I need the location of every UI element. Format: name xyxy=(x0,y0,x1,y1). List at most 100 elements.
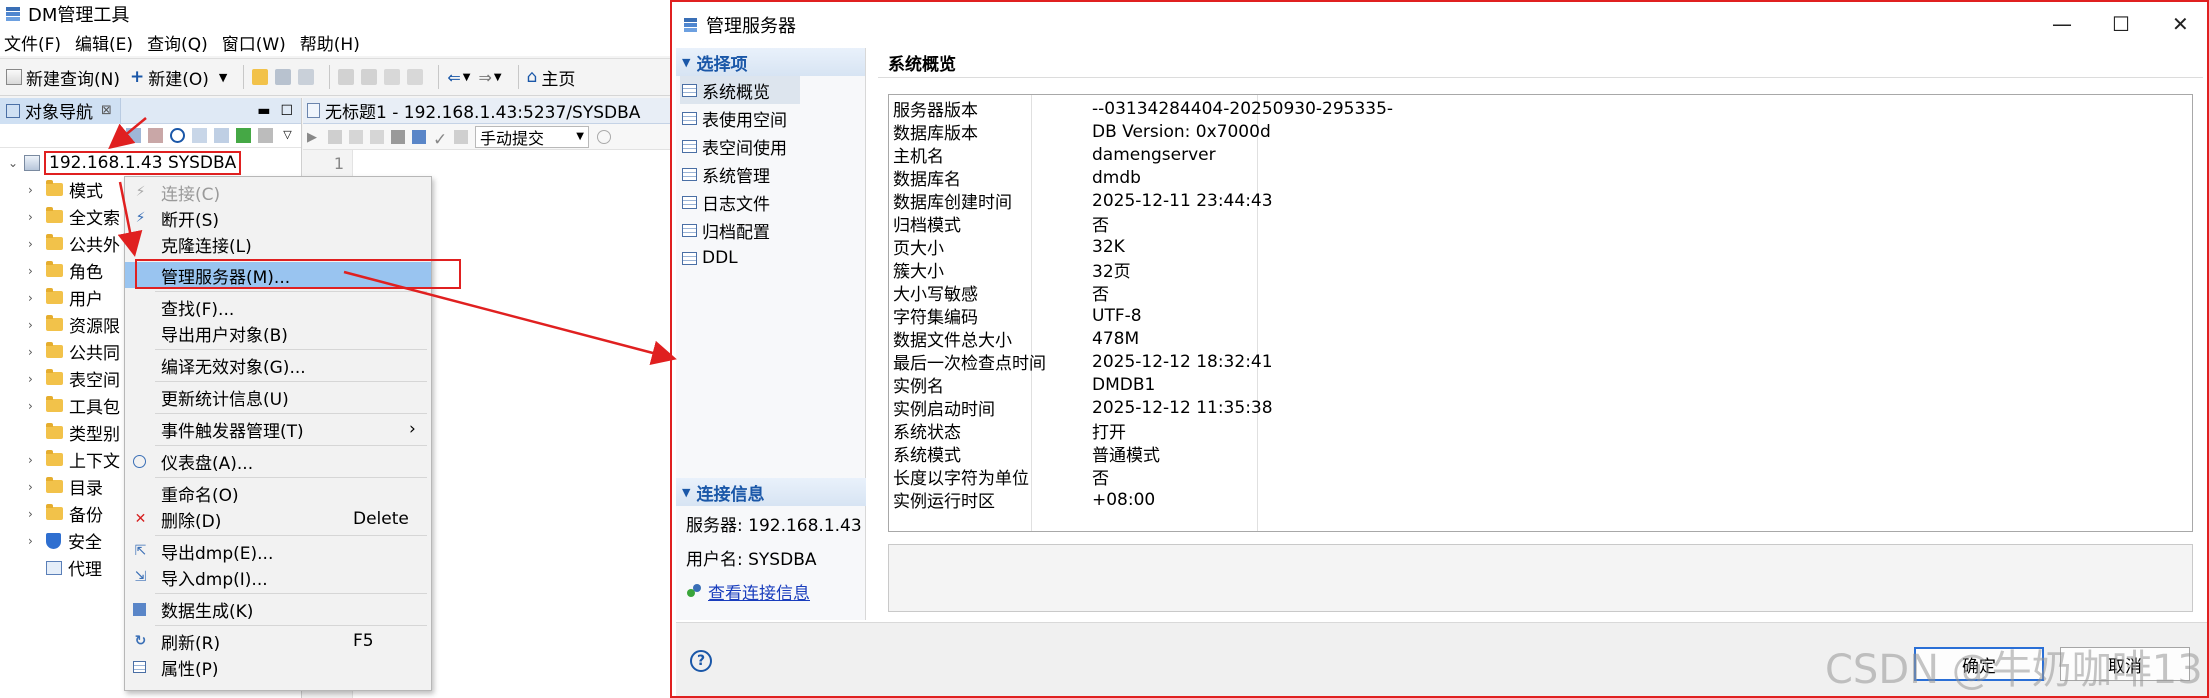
menu-item-compile-invalid[interactable]: 编译无效对象(G)... xyxy=(125,352,431,378)
maximize-panel-icon[interactable]: ☐ xyxy=(280,103,293,119)
editor-settings-icon[interactable] xyxy=(597,129,611,144)
maximize-button[interactable]: ☐ xyxy=(2112,12,2130,36)
run-script-icon[interactable] xyxy=(328,129,342,144)
tree-item[interactable]: › 公共外 xyxy=(28,230,120,257)
redo-icon[interactable] xyxy=(361,69,378,85)
collapse-icon[interactable] xyxy=(192,128,207,143)
chevron-right-icon[interactable]: › xyxy=(28,318,40,332)
tree-item[interactable]: › 模式 xyxy=(28,176,103,203)
menu-item-rename[interactable]: 重命名(O) xyxy=(125,480,431,506)
tree-item[interactable]: 类型别 xyxy=(28,419,120,446)
chevron-right-icon[interactable]: › xyxy=(28,210,40,224)
run-icon[interactable]: ▶ xyxy=(307,130,321,145)
view-connection-link[interactable]: 查看连接信息 xyxy=(676,574,866,608)
view-menu-icon[interactable]: ▽ xyxy=(280,128,295,143)
commit-mode-select[interactable]: 手动提交 ▼ xyxy=(475,125,589,148)
stop-icon[interactable] xyxy=(391,129,405,144)
tree-item[interactable]: › 上下文 xyxy=(28,446,120,473)
menu-query[interactable]: 查询(Q) xyxy=(147,30,208,55)
tree-item[interactable]: › 资源限 xyxy=(28,311,120,338)
chevron-right-icon[interactable]: › xyxy=(28,345,40,359)
home-button[interactable]: ⌂ 主页 xyxy=(527,65,576,90)
close-tab-icon[interactable]: ⊠ xyxy=(101,103,112,118)
option-tablespace-usage[interactable]: 表空间使用 xyxy=(676,132,865,160)
explain-icon[interactable] xyxy=(370,129,384,144)
tree-item[interactable]: › 备份 xyxy=(28,500,103,527)
forward-arrow-icon[interactable]: ⇒ xyxy=(478,68,491,87)
menu-item-connect[interactable]: ⚡ 连接(C) xyxy=(125,179,431,205)
option-log-files[interactable]: 日志文件 xyxy=(676,188,865,216)
menu-edit[interactable]: 编辑(E) xyxy=(75,30,133,55)
chevron-right-icon[interactable]: › xyxy=(28,372,40,386)
tree-item[interactable]: › 安全 xyxy=(28,527,102,554)
chevron-right-icon[interactable]: › xyxy=(28,399,40,413)
menu-item-clone-connection[interactable]: 克隆连接(L) xyxy=(125,231,431,257)
editor-tab-label[interactable]: 无标题1 - 192.168.1.43:5237/SYSDBA xyxy=(325,98,640,123)
option-table-space-usage[interactable]: 表使用空间 xyxy=(676,104,865,132)
back-dropdown-icon[interactable]: ▼ xyxy=(463,72,471,83)
connect-icon[interactable] xyxy=(126,128,141,143)
expand-icon[interactable] xyxy=(236,128,251,143)
chevron-right-icon[interactable]: › xyxy=(28,507,40,521)
disconnect-icon[interactable] xyxy=(148,128,163,143)
menu-help[interactable]: 帮助(H) xyxy=(300,30,360,55)
menu-item-refresh[interactable]: ↻ 刷新(R) F5 xyxy=(125,628,431,654)
chevron-right-icon[interactable]: › xyxy=(28,534,40,548)
menu-item-delete[interactable]: ✕ 删除(D) Delete xyxy=(125,506,431,532)
new-query-button[interactable]: 新建查询(N) xyxy=(6,65,120,90)
tab-object-navigator[interactable]: 对象导航 ⊠ xyxy=(0,97,121,124)
tree-item[interactable]: › 目录 xyxy=(28,473,103,500)
help-icon[interactable]: ? xyxy=(690,650,712,672)
commit-icon[interactable]: ✓ xyxy=(433,130,447,150)
menu-item-export-user-objects[interactable]: 导出用户对象(B) xyxy=(125,320,431,346)
chevron-right-icon[interactable]: › xyxy=(28,480,40,494)
paste-icon[interactable] xyxy=(407,69,424,85)
chevron-right-icon[interactable]: › xyxy=(28,237,40,251)
tree-item[interactable]: › 工具包 xyxy=(28,392,120,419)
minimize-panel-icon[interactable]: ▬ xyxy=(257,103,270,119)
option-system-overview[interactable]: 系统概览 xyxy=(680,76,800,104)
filter-icon[interactable] xyxy=(214,128,229,143)
option-system-management[interactable]: 系统管理 xyxy=(676,160,865,188)
menu-item-dashboard[interactable]: 仪表盘(A)... xyxy=(125,448,431,474)
options-section-header[interactable]: ▼ 选择项 xyxy=(676,48,865,76)
search-icon[interactable] xyxy=(170,128,185,143)
back-arrow-icon[interactable]: ⇐ xyxy=(447,68,460,87)
settings-icon[interactable] xyxy=(258,128,273,143)
menu-item-export-dmp[interactable]: ⇱ 导出dmp(E)... xyxy=(125,538,431,564)
minimize-button[interactable]: — xyxy=(2052,12,2072,36)
menu-item-data-generation[interactable]: 数据生成(K) xyxy=(125,596,431,622)
open-folder-icon[interactable] xyxy=(252,69,269,85)
tree-item[interactable]: 代理 xyxy=(28,554,102,581)
format-icon[interactable] xyxy=(412,129,426,144)
menu-item-properties[interactable]: 属性(P) xyxy=(125,654,431,680)
chevron-right-icon[interactable]: › xyxy=(28,453,40,467)
menu-file[interactable]: 文件(F) xyxy=(4,30,61,55)
tree-item[interactable]: › 用户 xyxy=(28,284,103,311)
menu-item-update-statistics[interactable]: 更新统计信息(U) xyxy=(125,384,431,410)
new-button[interactable]: + 新建(O) xyxy=(130,65,209,90)
rollback-icon[interactable] xyxy=(454,129,468,144)
menu-item-manage-server[interactable]: 管理服务器(M)... xyxy=(125,262,431,288)
tree-item[interactable]: › 角色 xyxy=(28,257,103,284)
tree-root-connection[interactable]: ⌄ 192.168.1.43 SYSDBA xyxy=(8,150,242,176)
tree-item[interactable]: › 表空间 xyxy=(28,365,120,392)
copy-icon[interactable] xyxy=(384,69,401,85)
close-button[interactable]: ✕ xyxy=(2172,12,2189,36)
ok-button[interactable]: 确定 xyxy=(1914,647,2044,681)
chevron-right-icon[interactable]: › xyxy=(28,183,40,197)
menu-item-disconnect[interactable]: ⚡ 断开(S) xyxy=(125,205,431,231)
save-all-icon[interactable] xyxy=(298,69,315,85)
save-icon[interactable] xyxy=(275,69,292,85)
forward-dropdown-icon[interactable]: ▼ xyxy=(494,72,502,83)
chevron-right-icon[interactable]: › xyxy=(28,291,40,305)
connection-section-header[interactable]: ▼ 连接信息 xyxy=(676,478,866,506)
tree-item[interactable]: › 公共同 xyxy=(28,338,120,365)
tree-item[interactable]: › 全文索 xyxy=(28,203,120,230)
run-selected-icon[interactable] xyxy=(349,129,363,144)
new-dropdown-icon[interactable]: ▼ xyxy=(219,71,227,84)
undo-icon[interactable] xyxy=(338,69,355,85)
cancel-button[interactable]: 取消 xyxy=(2060,647,2190,681)
menu-window[interactable]: 窗口(W) xyxy=(222,30,286,55)
menu-item-import-dmp[interactable]: ⇲ 导入dmp(I)... xyxy=(125,564,431,590)
